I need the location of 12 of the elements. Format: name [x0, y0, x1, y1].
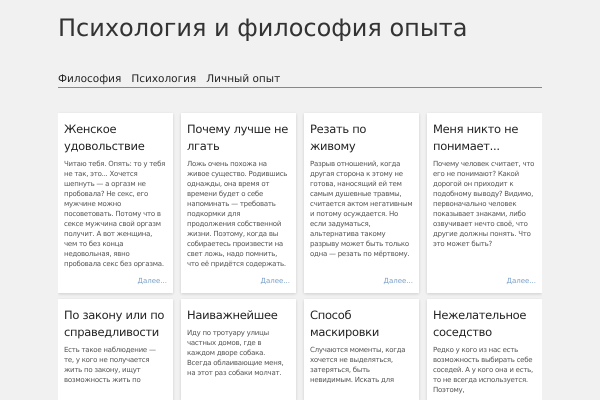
- post-title[interactable]: Нежелательное соседство: [433, 307, 536, 341]
- nav-link[interactable]: Философия: [58, 72, 122, 86]
- post-title[interactable]: Резать по живому: [310, 121, 413, 155]
- post-title[interactable]: Почему лучше не лгать: [187, 121, 290, 155]
- site-title: Психология и философия опыта: [58, 13, 468, 43]
- post-title[interactable]: Меня никто не понимает...: [433, 121, 536, 155]
- post-title[interactable]: Женское удовольствие: [64, 121, 167, 155]
- post-title[interactable]: Способ маскировки: [310, 307, 413, 341]
- nav-link[interactable]: Личный опыт: [206, 72, 280, 86]
- post-title[interactable]: По закону или по справедливости: [64, 307, 167, 341]
- post-title[interactable]: Наиважнейшее: [187, 307, 290, 324]
- nav-link[interactable]: Психология: [131, 72, 196, 86]
